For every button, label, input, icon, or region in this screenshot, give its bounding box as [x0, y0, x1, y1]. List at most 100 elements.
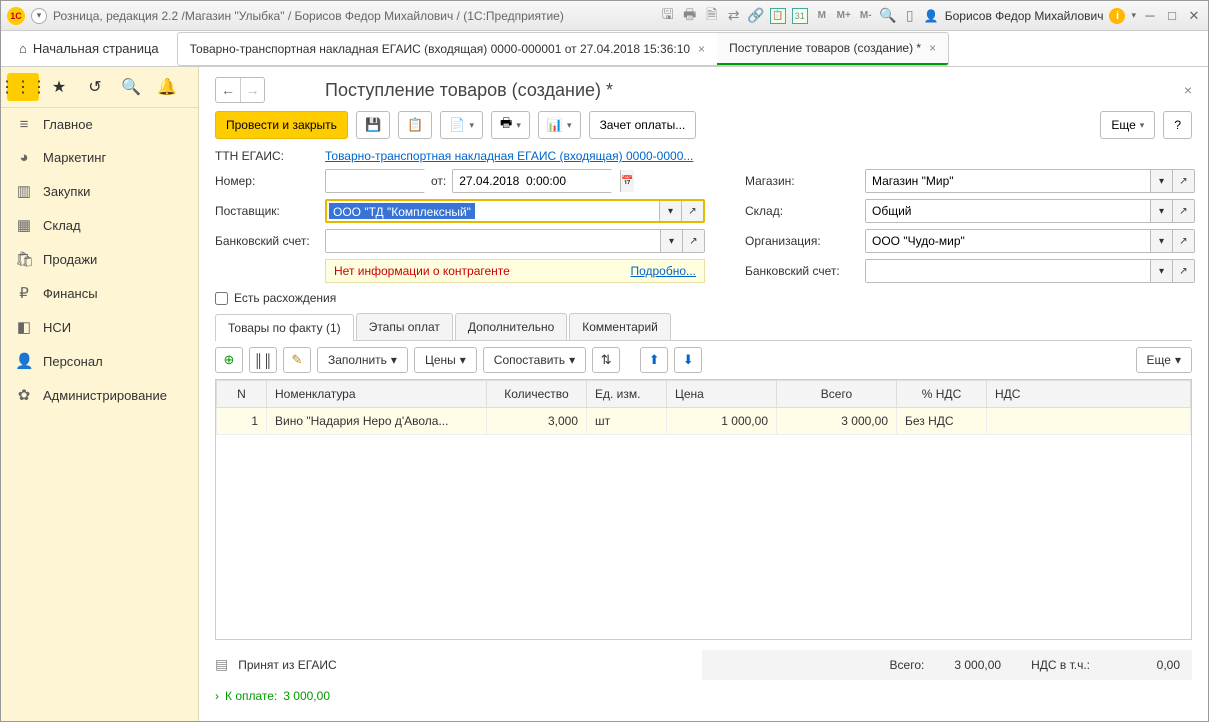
- minimize-button[interactable]: ─: [1142, 8, 1158, 24]
- prices-button[interactable]: Цены▾: [414, 347, 477, 373]
- tab-payments[interactable]: Этапы оплат: [356, 313, 453, 340]
- dropdown-icon[interactable]: ▾: [1150, 170, 1172, 192]
- warehouse-input[interactable]: [866, 200, 1150, 222]
- info-icon[interactable]: i: [1109, 8, 1125, 24]
- dropdown-icon[interactable]: ▾: [1150, 260, 1172, 282]
- th-total[interactable]: Всего: [777, 381, 897, 408]
- open-icon[interactable]: ↗: [682, 230, 704, 252]
- sidebar-item-admin[interactable]: ✿Администрирование: [1, 378, 198, 412]
- doc-tab-1[interactable]: Товарно-транспортная накладная ЕГАИС (вх…: [178, 34, 717, 64]
- store-input[interactable]: [866, 170, 1150, 192]
- row-down-button[interactable]: ⬇: [674, 347, 702, 373]
- print-icon[interactable]: 🖶: [682, 8, 698, 24]
- sidebar-item-main[interactable]: ≡Главное: [1, 108, 198, 141]
- date-input[interactable]: [453, 170, 620, 192]
- sidebar-item-warehouse[interactable]: ▦Склад: [1, 208, 198, 242]
- tab-additional[interactable]: Дополнительно: [455, 313, 567, 340]
- bank2-input[interactable]: [866, 260, 1150, 282]
- maximize-button[interactable]: □: [1164, 8, 1180, 24]
- tab-comment[interactable]: Комментарий: [569, 313, 671, 340]
- details-link[interactable]: Подробно...: [630, 264, 696, 278]
- app-menu-dropdown[interactable]: ▾: [31, 8, 47, 24]
- from-label: от:: [431, 174, 446, 188]
- dropdown-icon[interactable]: ▾: [1150, 230, 1172, 252]
- apps-grid-icon[interactable]: ⋮⋮⋮: [7, 73, 39, 101]
- doc-tab-2[interactable]: Поступление товаров (создание) * ×: [717, 33, 948, 65]
- sidebar-item-marketing[interactable]: ◕Маркетинг: [1, 141, 198, 174]
- th-unit[interactable]: Ед. изм.: [587, 381, 667, 408]
- bank-input[interactable]: [326, 230, 660, 252]
- offset-button[interactable]: Зачет оплаты...: [589, 111, 697, 139]
- row-up-button[interactable]: ⬆: [640, 347, 668, 373]
- calendar-icon[interactable]: 📋: [770, 8, 786, 24]
- open-icon[interactable]: ↗: [1172, 200, 1194, 222]
- dropdown-icon[interactable]: ▾: [1150, 200, 1172, 222]
- home-tab[interactable]: ⌂ Начальная страница: [9, 41, 169, 56]
- mplus-button[interactable]: M+: [836, 8, 852, 24]
- close-tab-icon[interactable]: ×: [698, 42, 705, 56]
- m-button[interactable]: M: [814, 8, 830, 24]
- move-button[interactable]: ⇅: [592, 347, 620, 373]
- sidebar-item-nsi[interactable]: ◧НСИ: [1, 310, 198, 344]
- table-row[interactable]: 1 Вино "Надария Неро д'Авола... 3,000 шт…: [217, 408, 1191, 435]
- tab-goods[interactable]: Товары по факту (1): [215, 314, 354, 341]
- supplier-input[interactable]: [477, 201, 659, 221]
- th-nom[interactable]: Номенклатура: [267, 381, 487, 408]
- search-icon[interactable]: 🔍: [115, 73, 147, 101]
- compare-button[interactable]: Сопоставить▾: [483, 347, 586, 373]
- status-icon: ▤: [215, 656, 228, 673]
- total-value: 3 000,00: [954, 658, 1001, 672]
- discrepancy-checkbox[interactable]: [215, 292, 228, 305]
- th-vatpct[interactable]: % НДС: [897, 381, 987, 408]
- th-price[interactable]: Цена: [667, 381, 777, 408]
- post-button[interactable]: 📋: [398, 111, 432, 139]
- add-row-button[interactable]: ⊕: [215, 347, 243, 373]
- pay-row[interactable]: › К оплате: 3 000,00: [215, 681, 1192, 711]
- edit-row-button[interactable]: ✎: [283, 347, 311, 373]
- calendar-31-icon[interactable]: 31: [792, 8, 808, 24]
- base-on-button[interactable]: 📄▾: [440, 111, 483, 139]
- calendar-picker-icon[interactable]: 📅: [620, 170, 633, 192]
- save-icon[interactable]: 🖫: [660, 8, 676, 24]
- help-button[interactable]: ?: [1163, 111, 1192, 139]
- save-button[interactable]: 💾: [356, 111, 390, 139]
- dropdown-icon[interactable]: ▾: [660, 230, 682, 252]
- favorites-icon[interactable]: ★: [43, 73, 75, 101]
- open-icon[interactable]: ↗: [1172, 170, 1194, 192]
- compare-icon[interactable]: ⇄: [726, 8, 742, 24]
- th-n[interactable]: N: [217, 381, 267, 408]
- sidebar-item-finance[interactable]: ₽Финансы: [1, 276, 198, 310]
- sidebar-item-personnel[interactable]: 👤Персонал: [1, 344, 198, 378]
- post-and-close-button[interactable]: Провести и закрыть: [215, 111, 348, 139]
- open-icon[interactable]: ↗: [1172, 230, 1194, 252]
- ttn-link[interactable]: Товарно-транспортная накладная ЕГАИС (вх…: [325, 149, 693, 163]
- more-button[interactable]: Еще▾: [1100, 111, 1155, 139]
- open-icon[interactable]: ↗: [1172, 260, 1194, 282]
- reports-button[interactable]: 📊▾: [538, 111, 581, 139]
- th-qty[interactable]: Количество: [487, 381, 587, 408]
- preview-icon[interactable]: 🗎: [704, 8, 720, 24]
- close-tab-icon[interactable]: ×: [929, 41, 936, 55]
- mminus-button[interactable]: M-: [858, 8, 874, 24]
- page-close-button[interactable]: ×: [1184, 82, 1192, 98]
- goods-table[interactable]: N Номенклатура Количество Ед. изм. Цена …: [216, 380, 1191, 435]
- fill-button[interactable]: Заполнить▾: [317, 347, 408, 373]
- org-input[interactable]: [866, 230, 1150, 252]
- table-more-button[interactable]: Еще▾: [1136, 347, 1192, 373]
- sidebar-item-purchases[interactable]: ▥Закупки: [1, 174, 198, 208]
- barcode-button[interactable]: ║║: [249, 347, 277, 373]
- links-icon[interactable]: 🔗: [748, 8, 764, 24]
- nav-back-button[interactable]: ←: [216, 78, 240, 102]
- open-icon[interactable]: ↗: [681, 201, 703, 221]
- notifications-icon[interactable]: 🔔: [151, 73, 183, 101]
- sidebar-item-sales[interactable]: 🛍Продажи: [1, 242, 198, 276]
- print-button[interactable]: 🖶▾: [491, 111, 530, 139]
- store-label: Магазин:: [745, 174, 865, 188]
- history-icon[interactable]: ↺: [79, 73, 111, 101]
- panel-icon[interactable]: ▯: [902, 8, 918, 24]
- th-vat[interactable]: НДС: [987, 381, 1191, 408]
- dropdown-icon[interactable]: ▾: [659, 201, 681, 221]
- zoom-icon[interactable]: 🔍: [880, 8, 896, 24]
- close-window-button[interactable]: ✕: [1186, 8, 1202, 24]
- nav-forward-button[interactable]: →: [240, 78, 264, 102]
